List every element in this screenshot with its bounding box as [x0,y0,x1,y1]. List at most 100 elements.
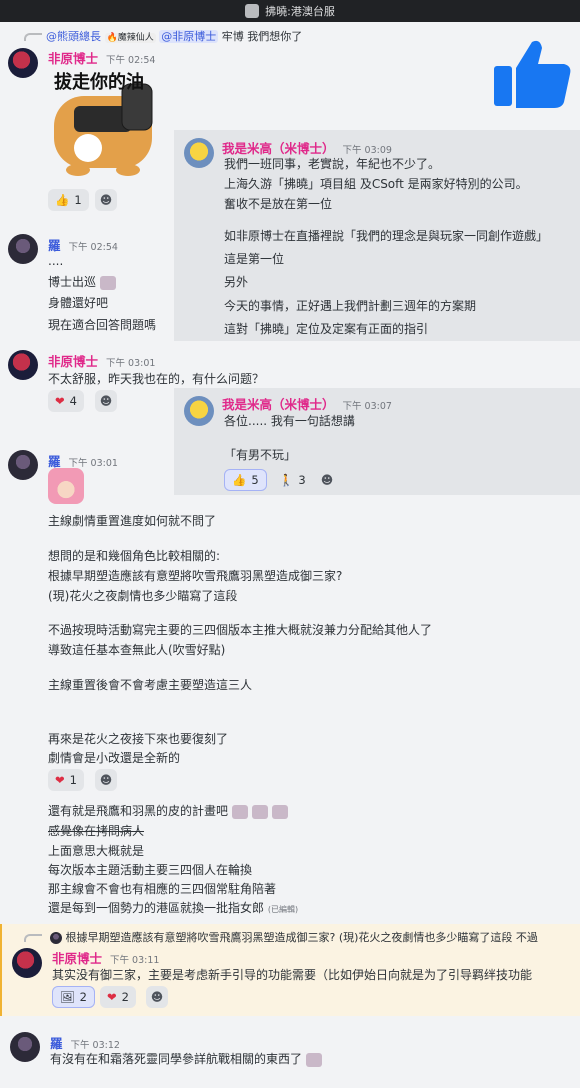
message-line: 奮收不是放在第一位 [224,197,333,211]
reaction-count: 3 [298,473,306,487]
reply-mention[interactable]: @熊頭總長 [46,30,101,43]
message-header: 非原博士 下午 03:01 [48,351,155,370]
heart-emoji: ❤ [107,990,117,1004]
message-line: 另外 [224,275,249,289]
timestamp: 下午 03:01 [106,358,156,369]
sticker-image[interactable]: 拔走你的油 [48,66,158,178]
message-line: 我們一班同事，老實說，年紀也不少了。 [224,157,441,171]
reply-avatar [50,932,62,944]
message-line: 想問的是和幾個角色比較相關的: [48,549,221,563]
window-title: 拂曉:港澳台服 [265,5,335,18]
message-text: 其实没有御三家，主要是考虑新手引导的功能需要（比如伊始日向就是为了引导羁绊技功能 [52,968,533,982]
window-titlebar: 拂曉:港澳台服 [0,0,580,22]
reaction-thumbs-up[interactable]: 👍 1 [48,189,89,211]
avatar[interactable] [10,1032,40,1062]
timestamp: 下午 02:54 [68,242,118,253]
author-name[interactable]: 非原博士 [52,951,102,966]
message-line: 不過按現時活動寫完主要的三四個版本主推大概就沒兼力分配給其他人了 [48,623,433,637]
timestamp: 下午 02:54 [106,55,156,66]
reply-connector [24,934,42,942]
message-line: 今天的事情，正好遇上我們計劃三週年的方案期 [224,299,477,313]
emote-icon [231,804,248,819]
reply-badge: 🔥魔辣仙人 [104,33,156,43]
message-line: 博士出巡 [48,273,116,290]
message-line: 再來是花火之夜接下來也要復刻了 [48,732,229,746]
walking-emoji: 🚶 [279,473,294,487]
timestamp: 下午 03:11 [110,955,160,966]
emote-icon [99,275,116,290]
message-line: 上海久游「拂曉」項目組 及CSoft 是兩家好特別的公司。 [224,177,528,191]
message-line: 現在適合回答問題嗎 [48,318,157,332]
message-text: 不太舒服，昨天我也在的，有什么问题？ [48,372,265,386]
anya-emote-icon [48,468,84,504]
avatar[interactable] [8,48,38,78]
author-name[interactable]: 我是米高（米博士） [222,141,335,156]
reaction-walking[interactable]: 🚶 3 [272,469,313,491]
add-reaction-button[interactable]: ☻ [146,986,168,1008]
message-line: 劇情會是小改還是全新的 [48,751,181,765]
reply-mention-target[interactable]: @非原博士 [159,30,219,43]
reaction-heart[interactable]: ❤ 1 [48,769,84,791]
message-line: (現)花火之夜劇情也多少瞄寫了這段 [48,589,238,603]
reaction-image[interactable]: 🖼 2 [52,986,95,1008]
author-name[interactable]: 我是米高（米博士） [222,397,335,412]
quoted-message: 我是米高（米博士） 下午 03:09 我們一班同事，老實說，年紀也不少了。 上海久… [174,130,580,341]
author-name[interactable]: 羅 [50,1036,63,1051]
add-reaction-button[interactable]: ☻ [95,390,117,412]
reply-text: 牢博 我們想你了 [221,30,303,43]
author-name[interactable]: 非原博士 [48,51,98,66]
reply-preview[interactable]: @熊頭總長 🔥魔辣仙人 @非原博士 牢博 我們想你了 [46,28,302,44]
reaction-count: 4 [69,394,77,408]
avatar[interactable] [184,138,214,168]
avatar[interactable] [8,350,38,380]
emote-icon [305,1052,322,1067]
author-name[interactable]: 非原博士 [48,354,98,369]
heart-emoji: ❤ [55,773,65,787]
message-text: 博士出巡 [48,275,97,289]
message-line: .... [48,254,64,268]
avatar[interactable] [8,450,38,480]
message-line: 有沒有在和霜落死靈同學參詳航戰相關的東西了 [50,1050,322,1067]
message-line: 這對「拂曉」定位及定案有正面的指引 [224,322,429,336]
reply-preview[interactable]: 根據早期塑造應該有意塑將吹雪飛鷹羽黑塑造成御三家? (現)花火之夜劇情也多少瞄寫… [50,929,580,945]
sticker-caption: 拔走你的油 [54,72,144,93]
add-reaction-button[interactable]: ☻ [316,469,338,491]
quoted-message: 我是米高（米博士） 下午 03:07 各位..... 我有一句話想講 「有男不玩」… [174,388,580,495]
reaction-thumbs-up[interactable]: 👍 5 [224,469,267,491]
message-line: 身體還好吧 [48,296,109,310]
author-name[interactable]: 羅 [48,238,61,253]
emote-icon [271,804,288,819]
reaction-heart[interactable]: ❤ 4 [48,390,84,412]
message-line: 感覺像在拷問病人 [48,824,145,838]
avatar[interactable] [8,234,38,264]
message-line: 根據早期塑造應該有意塑將吹雪飛鷹羽黑塑造成御三家? [48,569,343,583]
reaction-count: 5 [251,473,259,487]
message-line: 如非原博士在直播裡說「我們的理念是與玩家一同創作遊戲」 [224,229,549,243]
avatar[interactable] [12,948,42,978]
add-reaction-button[interactable]: ☻ [95,189,117,211]
message-line: 導致這任基本查無此人(吹雪好點) [48,643,226,657]
message-header: 非原博士 下午 02:54 [48,48,155,67]
message-line: 主線劇情重置進度如何就不問了 [48,514,217,528]
edited-label: (已編輯) [267,905,299,914]
message-text: 還有就是飛鷹和羽黑的皮的計畫吧 [48,804,229,818]
avatar[interactable] [184,396,214,426]
reaction-count: 2 [121,990,129,1004]
reaction-heart[interactable]: ❤ 2 [100,986,136,1008]
thumbs-up-emoji: 👍 [55,193,70,207]
reaction-count: 1 [74,193,82,207]
timestamp: 下午 03:07 [342,401,392,412]
app-icon [245,4,260,18]
message-line: 還是每到一個勢力的港區就換一批指女郎 (已編輯) [48,899,298,916]
thumbs-up-emoji: 👍 [232,473,247,487]
message-line: 還有就是飛鷹和羽黑的皮的計畫吧 [48,802,288,819]
message-line: 每次版本主題活動主要三四個人在輪換 [48,863,253,877]
message-text: 還是每到一個勢力的港區就換一批指女郎 [48,901,265,915]
message-line: 這是第一位 [224,252,285,266]
message-text: 有沒有在和霜落死靈同學參詳航戰相關的東西了 [50,1052,303,1066]
author-name[interactable]: 羅 [48,454,61,469]
message-line: 「有男不玩」 [224,448,297,462]
add-reaction-button[interactable]: ☻ [95,769,117,791]
message-header: 羅下午 02:54 [48,235,118,254]
message-header: 我是米高（米博士） 下午 03:07 [222,394,392,413]
